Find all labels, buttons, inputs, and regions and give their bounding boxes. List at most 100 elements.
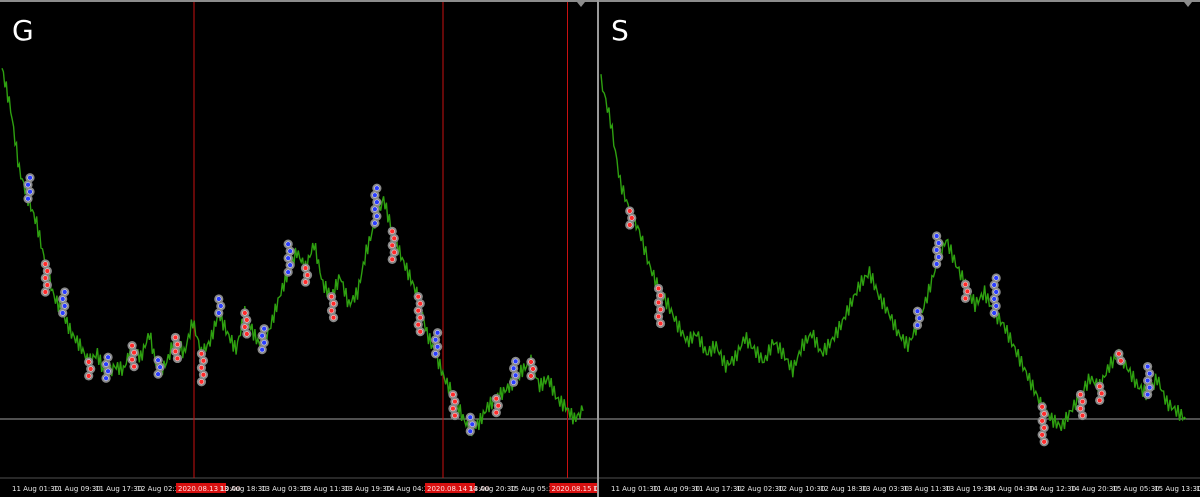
signal-marker-up [1041,411,1047,417]
signal-marker-down [991,310,997,316]
signal-marker-group-0 [625,206,637,230]
signal-marker-up [42,289,49,295]
signal-marker-down [993,303,999,309]
time-tick-label-0: 11 Aug 01:30 [12,485,59,493]
signal-marker-down [993,289,999,295]
time-tick-label-7: 13 Aug 11:30 [303,485,350,493]
signal-marker-up [172,334,179,341]
signal-marker-down [261,326,267,332]
signal-marker-up [1039,432,1045,438]
signal-marker-down [432,351,439,357]
signal-marker-up [493,409,499,416]
time-tick-label-3: 12 Aug 02:30 [736,485,783,493]
time-tick-label-14: 15 Aug 2 [1196,485,1200,493]
signal-marker-down [512,358,519,364]
signal-marker-up [657,292,664,299]
signal-marker-up [528,359,534,365]
signal-marker-down [216,296,222,302]
signal-marker-down [934,233,940,239]
signal-marker-down [60,310,66,316]
signal-marker-down [62,303,68,309]
chart-s-top-border [599,0,1200,2]
signal-marker-down [914,322,921,328]
signal-marker-up [129,356,135,363]
signal-marker-group-13 [300,263,313,287]
signal-marker-up [302,265,309,271]
signal-marker-up [304,272,311,278]
signal-marker-up [962,281,969,288]
signal-marker-up [389,242,395,249]
chart-panel-s[interactable]: 11 Aug 01:30 11 Aug 09:30 11 Aug 17:30 12 A… [599,0,1200,497]
signal-marker-up [172,348,179,355]
signal-marker-group-6 [153,355,165,379]
signal-marker-down [27,175,33,181]
signal-marker-group-11 [257,324,269,355]
signal-marker-down [372,220,378,226]
signal-marker-up [655,299,662,306]
signal-marker-up [627,208,633,214]
signal-marker-up [450,405,456,412]
signal-marker-up [42,261,49,267]
signal-marker-down [105,354,111,360]
time-tick-label-13: 2020.08.15 05:00 [552,485,598,493]
time-tick-label-6: 13 Aug 03:30 [261,485,308,493]
signal-marker-up [200,372,207,378]
signal-marker-down [285,241,291,247]
time-tick-label-9: 14 Aug 04:30 [987,485,1034,493]
signal-marker-group-9 [1114,349,1126,366]
signal-marker-down [510,365,517,371]
signal-marker-group-9 [214,294,226,318]
signal-marker-down [372,206,378,212]
signal-marker-up [174,341,181,348]
time-tick-label-1: 11 Aug 09:30 [653,485,700,493]
signal-marker-down [374,213,380,219]
signal-marker-group-3 [932,231,944,269]
signal-marker-down [216,310,222,316]
signal-marker-up [44,282,51,288]
chart-g-dropdown-icon[interactable] [577,2,585,7]
signal-marker-group-4 [960,279,973,303]
signal-marker-up [198,365,205,371]
signal-marker-group-1 [653,283,666,329]
signal-marker-down [467,414,473,420]
signal-marker-down [285,269,291,275]
signal-marker-group-15 [370,183,382,228]
signal-marker-up [655,285,662,292]
signal-marker-down [285,255,291,261]
signal-marker-down [434,330,441,336]
signal-marker-up [657,320,664,327]
signal-marker-group-14 [326,292,339,323]
time-tick-label-2: 11 Aug 17:30 [695,485,742,493]
signal-marker-group-3 [84,357,96,381]
signal-marker-up [1116,351,1122,357]
time-tick-label-11: 14 Aug 20:30 [1071,485,1118,493]
signal-marker-up [1097,383,1103,390]
chart-panel-g[interactable]: 11 Aug 01:30 11 Aug 09:30 11 Aug 17:30 12 A… [0,0,597,497]
chart-g-top-border [0,0,597,2]
signal-marker-down [934,261,940,267]
signal-marker-up [1079,412,1086,419]
price-series-line [600,74,1187,431]
signal-marker-up [200,358,207,364]
time-tick-label-8: 13 Aug 19:30 [344,485,391,493]
signal-marker-up [495,402,501,409]
time-tick-label-10: 14 Aug 12:30 [1029,485,1076,493]
signal-marker-up [42,275,49,281]
signal-marker-up [452,398,458,405]
signal-marker-group-4 [101,352,113,383]
signal-marker-down [467,428,473,434]
signal-marker-down [469,421,475,427]
signal-marker-down [991,296,997,302]
chart-s-dropdown-icon[interactable] [1184,2,1192,7]
signal-marker-up [242,324,248,330]
signal-marker-down [1146,384,1153,391]
chart-s-plot: 11 Aug 01:3011 Aug 09:3011 Aug 17:3012 A… [599,74,1200,493]
signal-marker-up [330,314,337,321]
signal-marker-up [1077,405,1084,412]
signal-marker-up [1099,390,1105,397]
time-tick-label-1: 11 Aug 09:30 [54,485,101,493]
signal-marker-down [936,240,942,246]
time-tick-label-12: 15 Aug 05:30 [1112,485,1159,493]
time-tick-label-5: 12 Aug 18:30 [820,485,867,493]
signal-marker-up [1097,397,1103,404]
